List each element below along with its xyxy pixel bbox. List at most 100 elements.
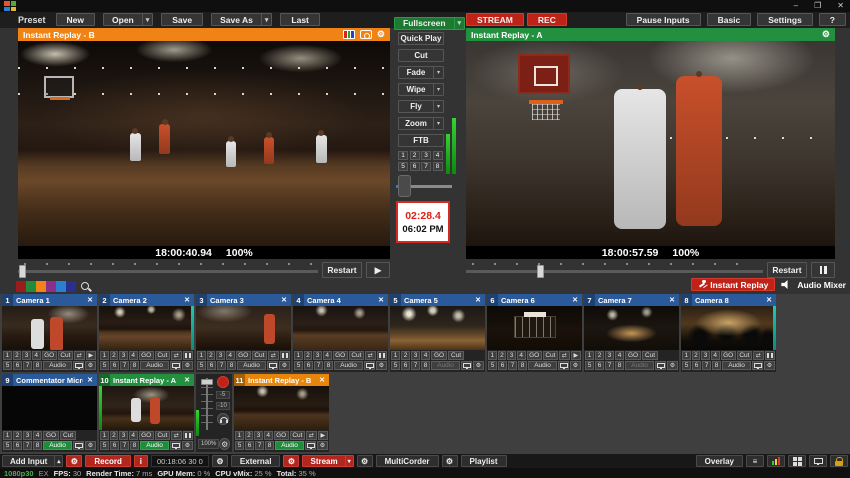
overlay-4-button[interactable]: 4 [264, 431, 273, 440]
overlay-8-button[interactable]: 8 [227, 361, 236, 370]
quick-play-button[interactable]: Quick Play [398, 32, 444, 45]
audio-button[interactable]: Audio [625, 361, 654, 370]
playlist-settings-gear-icon[interactable]: ⚙ [442, 455, 458, 467]
input-title-bar[interactable]: 11Instant Replay - B✕ [234, 374, 329, 386]
audio-button[interactable]: Audio [140, 441, 169, 450]
overlay-4-button[interactable]: 4 [129, 431, 138, 440]
overlay-2-button[interactable]: 2 [692, 351, 701, 360]
input-tile-6[interactable]: 6Camera 6✕1234GOCut⇄▶5678Audio⚙ [487, 294, 582, 372]
overlay-6-button[interactable]: 6 [110, 361, 119, 370]
overlay-5-button[interactable]: 5 [391, 361, 400, 370]
go-button[interactable]: GO [625, 351, 641, 360]
fullscreen-dropdown-icon[interactable]: ▾ [454, 18, 465, 29]
overlay-1-button[interactable]: 1 [100, 351, 109, 360]
overlay-1-button[interactable]: 1 [682, 351, 691, 360]
overlay-2-button[interactable]: 2 [498, 351, 507, 360]
overlay-3-button[interactable]: 3 [216, 351, 225, 360]
overlay-2-button[interactable]: 2 [110, 431, 119, 440]
color-swatch-2[interactable] [36, 281, 46, 292]
cut-button[interactable]: Cut [448, 351, 464, 360]
master-volume-fader[interactable] [201, 378, 213, 430]
input-title-bar[interactable]: 7Camera 7✕ [584, 294, 679, 306]
program-pause-button[interactable] [811, 262, 835, 278]
overlay-7-button[interactable]: 7 [23, 361, 32, 370]
stream-dropdown-icon[interactable]: ▾ [345, 456, 353, 466]
loop-icon[interactable]: ⇄ [306, 431, 317, 440]
color-swatch-0[interactable] [16, 281, 26, 292]
overlay-2-button[interactable]: 2 [110, 351, 119, 360]
fullscreen-monitor-icon[interactable] [170, 361, 181, 370]
overlay-7-button[interactable]: 7 [411, 361, 420, 370]
window-minimize-button[interactable]: – [794, 0, 798, 12]
loop-icon[interactable]: ⇄ [171, 431, 182, 440]
overlay-2-button[interactable]: 2 [304, 351, 313, 360]
overlay-8-button[interactable]: 8 [130, 361, 139, 370]
play-icon[interactable]: ▶ [571, 351, 582, 360]
add-input-dropdown-icon[interactable]: ▴ [54, 456, 62, 466]
input-title-bar[interactable]: 4Camera 4✕ [293, 294, 388, 306]
snapshot-icon[interactable] [360, 30, 372, 39]
go-button[interactable]: GO [527, 351, 542, 360]
input-title-bar[interactable]: 2Camera 2✕ [99, 294, 194, 306]
input-gear-icon[interactable]: ⚙ [376, 361, 387, 370]
pause-inputs-button[interactable]: Pause Inputs [626, 13, 701, 26]
overlay-6-button[interactable]: 6 [13, 361, 22, 370]
save-button[interactable]: Save [161, 13, 203, 26]
input-close-icon[interactable]: ✕ [180, 296, 194, 304]
overlay-8-button[interactable]: 8 [324, 361, 333, 370]
overlay-3-button[interactable]: 3 [507, 351, 516, 360]
preview-position-thumb[interactable] [19, 265, 26, 278]
input-tile-8[interactable]: 8Camera 8✕1234GOCut⇄5678Audio⚙ [681, 294, 776, 372]
audio-button[interactable]: Audio [722, 361, 751, 370]
overlay-7-button[interactable]: 7 [314, 361, 323, 370]
overlay-1-button[interactable]: 1 [3, 431, 12, 440]
input-close-icon[interactable]: ✕ [471, 296, 485, 304]
overlay-2-button[interactable]: 2 [595, 351, 604, 360]
overlay-6-button[interactable]: 6 [245, 441, 254, 450]
audio-mixer-toggle[interactable]: Audio Mixer [797, 280, 846, 290]
overlay-3-button[interactable]: 3 [23, 431, 32, 440]
overlay-button[interactable]: Overlay [696, 455, 743, 467]
input-close-icon[interactable]: ✕ [665, 296, 679, 304]
input-gear-icon[interactable]: ⚙ [667, 361, 678, 370]
tbar-handle[interactable] [398, 175, 411, 197]
input-thumbnail[interactable] [681, 306, 776, 350]
overlay-8-button[interactable]: 8 [265, 441, 274, 450]
fader-handle[interactable] [201, 379, 213, 385]
cut-button[interactable]: Cut [252, 351, 267, 360]
overlay-3-button[interactable]: 3 [254, 431, 263, 440]
input-tile-2[interactable]: 2Camera 2✕1234GOCut⇄5678Audio⚙ [99, 294, 194, 372]
loop-icon[interactable]: ⇄ [365, 351, 376, 360]
input-tile-10[interactable]: 10Instant Replay - A✕1234GOCut⇄5678Audio… [99, 374, 194, 452]
fullscreen-monitor-icon[interactable] [73, 441, 84, 450]
transition-tbar[interactable] [396, 175, 456, 197]
program-restart-button[interactable]: Restart [767, 262, 807, 278]
overlay-2-button[interactable]: 2 [401, 351, 410, 360]
overlay-3-button[interactable]: 3 [411, 351, 420, 360]
overlay-7-button[interactable]: 7 [217, 361, 226, 370]
fullscreen-monitor-icon[interactable] [267, 361, 278, 370]
fullscreen-monitor-icon[interactable] [752, 361, 763, 370]
play-icon[interactable]: ▶ [86, 351, 97, 360]
rec-indicator-button[interactable]: REC [527, 13, 567, 26]
input-thumbnail[interactable] [390, 306, 485, 350]
program-gear-icon[interactable]: ⚙ [822, 30, 830, 39]
audio-button[interactable]: Audio [275, 441, 304, 450]
cut-button[interactable]: Cut [737, 351, 752, 360]
overlay-7-button[interactable]: 7 [702, 361, 711, 370]
input-tile-9[interactable]: 9Commentator Microphone✕1234GOCut5678Aud… [2, 374, 97, 452]
external-button[interactable]: External [231, 455, 281, 467]
fullscreen-monitor-icon[interactable] [73, 361, 84, 370]
overlay-3-button[interactable]: 3 [313, 351, 322, 360]
overlay-5-button[interactable]: 5 [294, 361, 303, 370]
input-tile-3[interactable]: 3Camera 3✕1234GOCut⇄5678Audio⚙ [196, 294, 291, 372]
overlay-5-button[interactable]: 5 [235, 441, 244, 450]
play-icon[interactable]: ▶ [318, 431, 329, 440]
overlay-1-button[interactable]: 1 [488, 351, 497, 360]
overlay-5-button[interactable]: 5 [197, 361, 206, 370]
overlay-5-button[interactable]: 5 [100, 441, 109, 450]
loop-icon[interactable]: ⇄ [171, 351, 182, 360]
headphones-button[interactable] [217, 413, 229, 425]
master-record-arm-button[interactable] [217, 376, 229, 388]
loop-icon[interactable]: ⇄ [74, 351, 85, 360]
